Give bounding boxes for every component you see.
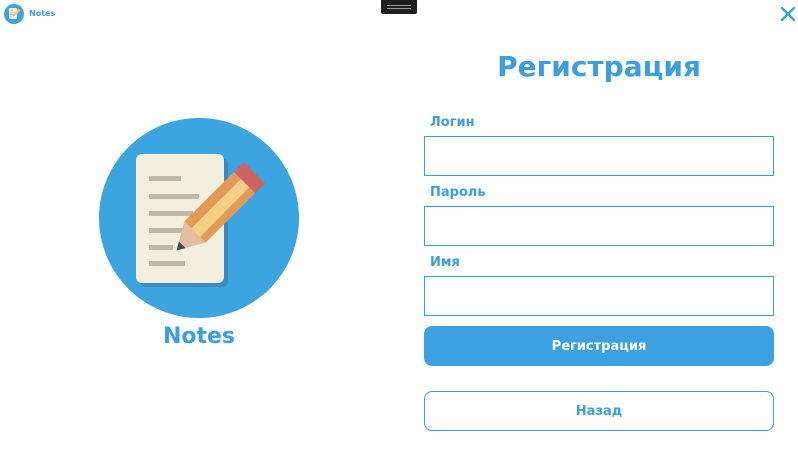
login-label: Логин [430, 115, 475, 130]
login-input[interactable] [424, 136, 774, 176]
logo-label: Notes [162, 324, 236, 349]
back-button[interactable]: Назад [424, 391, 774, 431]
app-title: Notes [29, 9, 56, 18]
drag-handle-icon[interactable] [381, 0, 417, 14]
close-icon[interactable] [779, 5, 797, 23]
name-label: Имя [430, 255, 460, 270]
page-title: Регистрация [497, 50, 701, 83]
notepad-pencil-icon [99, 118, 299, 318]
password-label: Пароль [430, 185, 486, 200]
password-input[interactable] [424, 206, 774, 246]
register-button[interactable]: Регистрация [424, 326, 774, 366]
name-input[interactable] [424, 276, 774, 316]
app-notepad-icon [4, 4, 24, 24]
registration-window: Notes Notes Регистрация Логин Пароль Имя… [0, 0, 798, 449]
